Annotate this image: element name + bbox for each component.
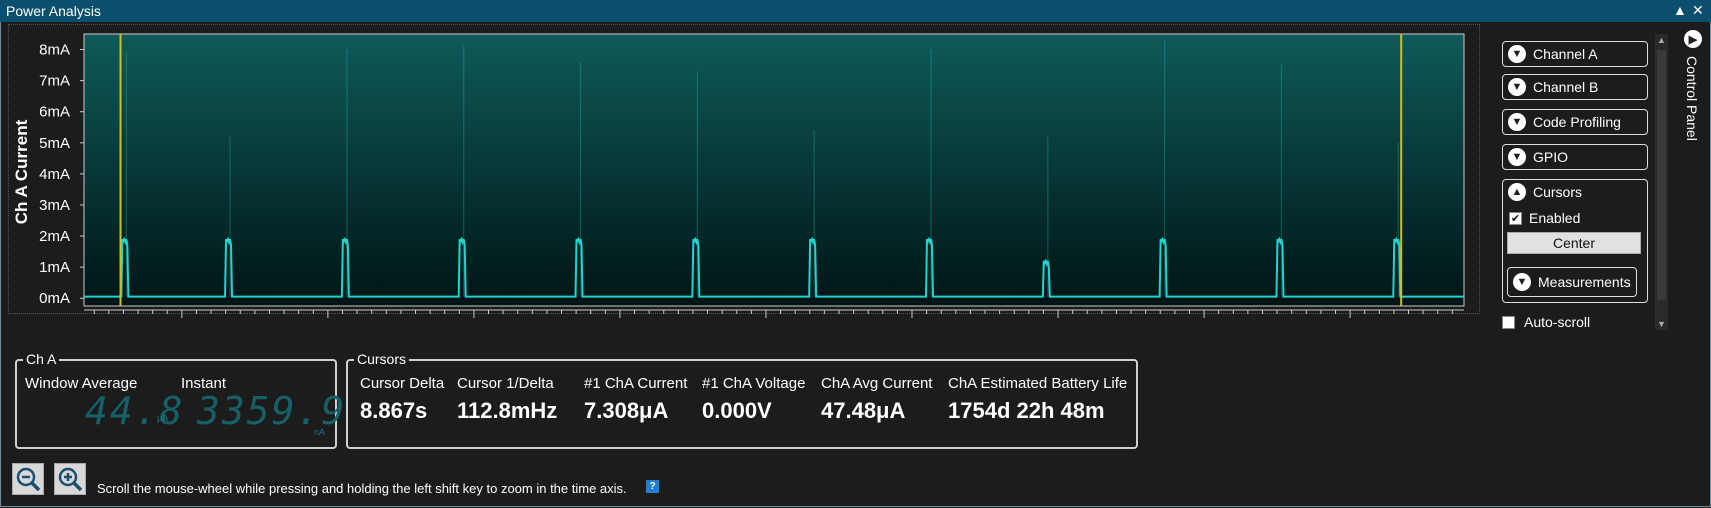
cursors-panel-title: Cursors	[354, 351, 410, 367]
cursor1-current-value: 7.308μA	[584, 398, 669, 423]
window-average-value: 44.8	[85, 389, 185, 433]
cursor-delta-value: 8.867s	[360, 398, 428, 423]
current-chart[interactable]: 0mA1mA2mA3mA4mA5mA6mA7mA8mA 875428754387…	[0, 0, 1480, 318]
battery-life-label: ChA Estimated Battery Life	[948, 375, 1128, 392]
y-tick-label: 8mA	[39, 42, 70, 59]
battery-life-value: 1754d 22h 48m	[948, 398, 1105, 423]
cursors-group: Cursors Cursor Delta 8.867s Cursor 1/Del…	[346, 351, 1138, 449]
auto-scroll-checkbox[interactable]	[1502, 315, 1515, 329]
section-gpio[interactable]: ▼ GPIO	[1502, 144, 1648, 170]
cursors-enabled-checkbox[interactable]: ✔	[1509, 211, 1522, 225]
pin-icon[interactable]: ▲	[1673, 2, 1687, 18]
zoom-in-button[interactable]	[54, 463, 86, 495]
ch-a-title: Ch A	[23, 351, 60, 367]
zoom-out-button[interactable]	[12, 463, 44, 495]
control-panel-title: Control Panel	[1684, 56, 1700, 141]
close-icon[interactable]: ✕	[1692, 2, 1704, 19]
chevron-down-icon: ▼	[1508, 45, 1526, 63]
control-panel-toggle[interactable]: ▶ Control Panel	[1681, 30, 1707, 160]
measurements-label: Measurements	[1538, 274, 1631, 290]
help-icon[interactable]: ?	[646, 480, 659, 493]
avg-current-value: 47.48μA	[821, 398, 906, 423]
y-tick-label: 5mA	[39, 135, 70, 152]
section-label: Code Profiling	[1533, 114, 1621, 130]
plot-background	[83, 33, 1465, 307]
cursor-inverse-delta-label: Cursor 1/Delta	[457, 375, 554, 392]
avg-current-label: ChA Avg Current	[821, 375, 933, 392]
scroll-up-icon[interactable]: ▲	[1655, 34, 1668, 46]
cursor1-voltage-value: 0.000V	[702, 398, 772, 423]
chevron-up-icon: ▲	[1508, 183, 1526, 201]
y-axis-label: Ch A Current	[12, 119, 31, 224]
section-channel-a[interactable]: ▼ Channel A	[1502, 41, 1648, 67]
zoom-hint-text: Scroll the mouse-wheel while pressing an…	[97, 481, 627, 496]
chevron-right-icon: ▶	[1684, 30, 1702, 48]
section-label: Channel A	[1533, 46, 1598, 62]
ch-a-group: Ch A Window Average Instant 44.8 μA 3359…	[15, 351, 344, 449]
section-label: GPIO	[1533, 149, 1569, 165]
chevron-down-icon: ▼	[1513, 273, 1531, 291]
auto-scroll-label: Auto-scroll	[1524, 314, 1591, 330]
cursor1-current-label: #1 ChA Current	[584, 375, 688, 392]
chevron-down-icon: ▼	[1508, 113, 1526, 131]
cursors-header[interactable]: ▲ Cursors	[1503, 183, 1582, 201]
instant-unit: nA	[314, 427, 326, 437]
section-channel-b[interactable]: ▼ Channel B	[1502, 74, 1648, 100]
chevron-down-icon: ▼	[1508, 78, 1526, 96]
measurements-button[interactable]: ▼ Measurements	[1507, 267, 1637, 297]
y-tick-label: 1mA	[39, 259, 70, 276]
y-tick-label: 4mA	[39, 166, 70, 183]
cursors-label: Cursors	[1533, 184, 1583, 200]
scroll-thumb[interactable]	[1657, 50, 1666, 300]
section-label: Channel B	[1533, 79, 1599, 95]
y-tick-label: 2mA	[39, 228, 70, 245]
cursors-section: ▲ Cursors ✔ Enabled Center ▼ Measurement…	[1502, 179, 1648, 303]
y-tick-label: 7mA	[39, 73, 70, 90]
zoom-out-icon	[16, 467, 41, 492]
y-tick-label: 0mA	[39, 290, 70, 307]
chevron-down-icon: ▼	[1508, 148, 1526, 166]
center-button[interactable]: Center	[1507, 232, 1641, 254]
y-tick-label: 6mA	[39, 104, 70, 121]
control-panel-scrollbar[interactable]: ▲ ▼	[1655, 34, 1668, 330]
cursor-inverse-delta-value: 112.8mHz	[457, 398, 558, 423]
cursor1-voltage-label: #1 ChA Voltage	[702, 375, 806, 392]
cursor-delta-label: Cursor Delta	[360, 375, 445, 392]
zoom-in-icon	[58, 467, 83, 492]
scroll-down-icon[interactable]: ▼	[1655, 318, 1668, 330]
enabled-label: Enabled	[1529, 210, 1581, 226]
section-code-profiling[interactable]: ▼ Code Profiling	[1502, 109, 1648, 135]
auto-scroll-row: Auto-scroll	[1502, 314, 1590, 330]
y-tick-label: 3mA	[39, 197, 70, 214]
control-panel: ▼ Channel A ▼ Channel B ▼ Code Profiling…	[1494, 32, 1648, 330]
window-average-unit: μA	[157, 413, 169, 423]
